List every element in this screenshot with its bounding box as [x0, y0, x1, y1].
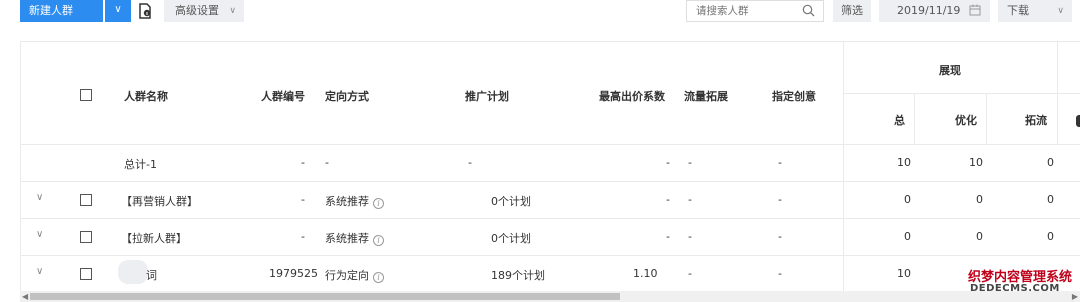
table-row: ∨ 词 1979525 行为定向 i 189个计划 1.10 - - 10 [21, 256, 1080, 291]
column-divider [1057, 42, 1058, 145]
cell-targeting: 系统推荐 i [325, 230, 384, 246]
cell-id: 1979525 [269, 267, 318, 280]
cell-id: - [301, 193, 305, 206]
cell-optimize: 0 [976, 230, 983, 243]
cell-total: 0 [904, 193, 911, 206]
expand-chevron-icon[interactable]: ∨ [36, 266, 46, 277]
advanced-settings-dropdown[interactable]: 高级设置 ∨ [164, 0, 244, 22]
chevron-down-icon: ∨ [229, 6, 236, 16]
header-traffic-expand[interactable]: 流量拓展 [684, 88, 728, 104]
search-icon[interactable] [802, 4, 815, 17]
table-row: ∨ 【拉新人群】 - 系统推荐 i 0个计划 - - - 0 0 0 [21, 219, 1080, 256]
cell-max-bid: - [666, 193, 670, 206]
watermark-url: DEDECMS.COM [970, 283, 1060, 294]
header-plan[interactable]: 推广计划 [465, 88, 509, 104]
cell-targeting: 行为定向 i [325, 267, 384, 283]
cell-max-bid: - [666, 156, 670, 169]
cell-max-bid: 1.10 [633, 267, 658, 280]
cell-plan[interactable]: 0个计划 [491, 193, 531, 209]
column-divider [843, 93, 1080, 94]
cell-optimize: 10 [969, 156, 983, 169]
expand-chevron-icon[interactable]: ∨ [36, 229, 46, 240]
column-divider [914, 93, 915, 145]
cell-traffic-expand: - [688, 230, 692, 243]
search-box [686, 0, 824, 22]
table-row-total: 总计-1 - - - - - - 10 10 0 [21, 145, 1080, 182]
side-handle[interactable] [1076, 115, 1080, 127]
cell-expand: 0 [1047, 193, 1054, 206]
cell-creative: - [778, 267, 782, 280]
info-icon[interactable]: i [373, 272, 384, 283]
date-picker[interactable]: 2019/11/19 [879, 0, 990, 22]
header-impression-expand[interactable]: 拓流 [1025, 112, 1047, 128]
cell-traffic-expand: - [688, 193, 692, 206]
row-checkbox[interactable] [80, 231, 92, 243]
cell-total: 0 [904, 230, 911, 243]
header-impression-optimize[interactable]: 优化 [955, 112, 977, 128]
toolbar: 新建人群 ∨ 高级设置 ∨ 筛选 2019/11/19 下载 ∨ [0, 0, 1080, 23]
select-all-checkbox[interactable] [80, 89, 92, 101]
cell-creative: - [778, 156, 782, 169]
chevron-down-icon: ∨ [114, 4, 122, 15]
column-divider [843, 145, 844, 291]
cell-plan[interactable]: 189个计划 [491, 267, 545, 283]
cell-creative: - [778, 230, 782, 243]
filter-button[interactable]: 筛选 [833, 0, 871, 22]
column-divider [986, 93, 987, 145]
expand-chevron-icon[interactable]: ∨ [36, 192, 46, 203]
cell-traffic-expand: - [688, 156, 692, 169]
cell-expand: 0 [1047, 156, 1054, 169]
cell-targeting: - [325, 156, 329, 169]
header-max-bid[interactable]: 最高出价系数 [599, 88, 665, 104]
cell-optimize: 0 [976, 193, 983, 206]
horizontal-scrollbar[interactable]: ◀ ▶ [20, 291, 1080, 302]
advanced-settings-label: 高级设置 [175, 4, 219, 17]
cell-creative: - [778, 193, 782, 206]
header-creative[interactable]: 指定创意 [772, 88, 816, 104]
date-value: 2019/11/19 [897, 4, 961, 17]
table-row: ∨ 【再营销人群】 - 系统推荐 i 0个计划 - - - 0 0 0 [21, 182, 1080, 219]
cell-name[interactable]: 【拉新人群】 [121, 230, 187, 246]
cell-plan[interactable]: 0个计划 [491, 230, 531, 246]
cell-name[interactable]: 词 [146, 267, 157, 283]
cell-max-bid: - [666, 230, 670, 243]
cell-name[interactable]: 【再营销人群】 [121, 193, 198, 209]
table-header: 人群名称 人群编号 定向方式 推广计划 最高出价系数 流量拓展 指定创意 展现 … [21, 42, 1080, 145]
scroll-left-arrow-icon[interactable]: ◀ [22, 292, 28, 301]
row-checkbox[interactable] [80, 268, 92, 280]
header-impression-total[interactable]: 总 [894, 112, 905, 128]
targeting-label: 系统推荐 [325, 195, 369, 208]
targeting-label: 系统推荐 [325, 232, 369, 245]
download-dropdown[interactable]: 下载 ∨ [998, 0, 1072, 22]
targeting-label: 行为定向 [325, 269, 369, 282]
crowd-table: 人群名称 人群编号 定向方式 推广计划 最高出价系数 流量拓展 指定创意 展现 … [20, 41, 1080, 291]
cell-targeting: 系统推荐 i [325, 193, 384, 209]
cell-id: - [301, 156, 305, 169]
header-targeting[interactable]: 定向方式 [325, 88, 369, 104]
info-icon[interactable]: i [373, 235, 384, 246]
watermark: 织梦内容管理系统 DEDECMS.COM [968, 266, 1080, 300]
blurred-name-image [118, 260, 148, 284]
chevron-down-icon: ∨ [1057, 6, 1064, 16]
total-label: 总计-1 [124, 158, 157, 171]
info-icon[interactable]: i [373, 198, 384, 209]
search-input[interactable] [687, 1, 797, 21]
calendar-icon [969, 4, 981, 16]
header-impression-group: 展现 [939, 64, 961, 77]
cell-total: 10 [897, 156, 911, 169]
new-group-button[interactable]: 新建人群 [20, 0, 103, 22]
cell-total: 10 [897, 267, 911, 280]
row-checkbox[interactable] [80, 194, 92, 206]
cell-traffic-expand: - [688, 267, 692, 280]
cell-plan: - [468, 156, 472, 169]
cell-expand: 0 [1047, 230, 1054, 243]
new-group-dropdown-button[interactable]: ∨ [105, 0, 131, 22]
cell-id: - [301, 230, 305, 243]
header-id[interactable]: 人群编号 [261, 88, 305, 104]
file-info-icon[interactable] [138, 3, 152, 19]
header-name[interactable]: 人群名称 [124, 88, 168, 104]
scrollbar-thumb[interactable] [30, 293, 620, 300]
download-label: 下载 [1007, 4, 1029, 17]
